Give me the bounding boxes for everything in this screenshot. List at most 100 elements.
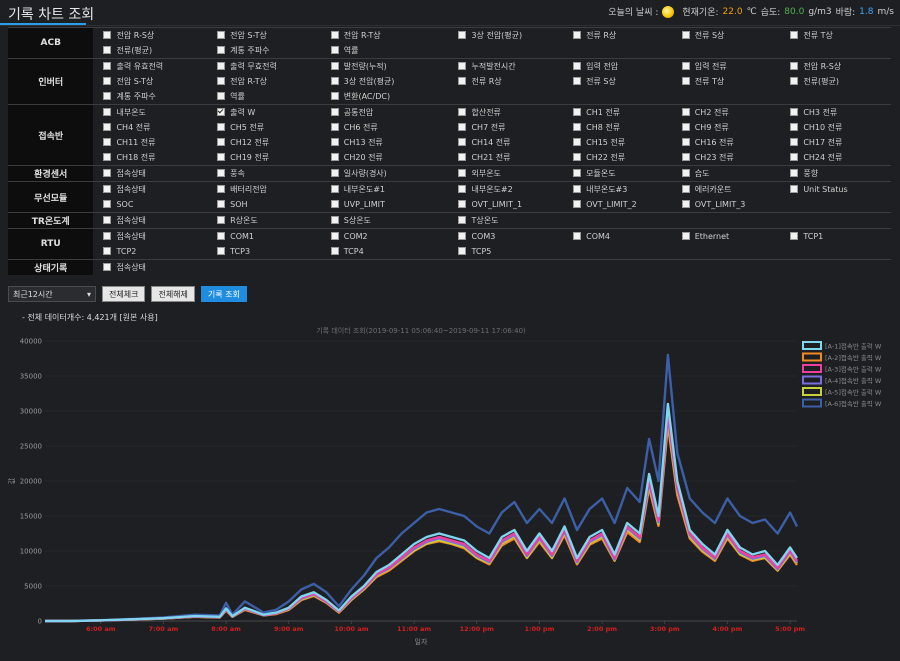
checkbox[interactable] bbox=[217, 231, 226, 240]
checkbox[interactable] bbox=[573, 76, 582, 85]
option-item[interactable]: 전압 R-S상 bbox=[93, 27, 208, 43]
option-item[interactable]: R상온도 bbox=[207, 212, 321, 229]
option-item[interactable]: 내부온도#1 bbox=[320, 181, 449, 197]
option-item[interactable]: 풍향 bbox=[780, 165, 891, 182]
option-item[interactable]: T상온도 bbox=[448, 212, 564, 229]
checkbox[interactable] bbox=[458, 61, 467, 70]
checkbox[interactable] bbox=[103, 199, 112, 208]
checkbox[interactable] bbox=[681, 231, 690, 240]
option-item[interactable]: 일사량(경사) bbox=[320, 165, 449, 182]
checkbox[interactable] bbox=[330, 137, 339, 146]
option-item[interactable]: CH20 전류 bbox=[321, 150, 449, 166]
option-item[interactable]: 3상 전압(평균) bbox=[321, 74, 449, 89]
option-item[interactable]: 합산전류 bbox=[448, 104, 564, 120]
option-item[interactable]: CH16 전류 bbox=[672, 135, 781, 150]
checkbox[interactable] bbox=[790, 231, 799, 240]
checkbox[interactable] bbox=[103, 91, 112, 100]
checkbox[interactable] bbox=[217, 122, 226, 131]
checkbox[interactable] bbox=[103, 184, 112, 193]
checkbox[interactable] bbox=[103, 168, 112, 177]
checkbox[interactable] bbox=[217, 246, 226, 255]
checkbox[interactable] bbox=[103, 61, 112, 70]
option-item[interactable]: 내부온도#2 bbox=[448, 181, 564, 197]
checkbox[interactable] bbox=[458, 122, 467, 131]
checkbox[interactable] bbox=[790, 61, 799, 70]
checkbox[interactable] bbox=[330, 45, 339, 54]
option-item[interactable]: TCP4 bbox=[321, 244, 449, 260]
checkbox[interactable] bbox=[103, 107, 112, 116]
checkbox[interactable] bbox=[103, 30, 112, 39]
option-item[interactable]: 풍속 bbox=[207, 165, 321, 182]
option-item[interactable]: 접속상태 bbox=[93, 228, 208, 244]
checkbox[interactable] bbox=[217, 199, 226, 208]
checkbox[interactable] bbox=[217, 152, 226, 161]
option-item[interactable]: 외부온도 bbox=[448, 165, 564, 182]
option-item[interactable]: 계통 주파수 bbox=[93, 89, 207, 105]
option-item[interactable]: SOC bbox=[93, 197, 207, 213]
option-item[interactable]: 전압 S-T상 bbox=[207, 27, 321, 43]
checkbox[interactable] bbox=[458, 137, 467, 146]
option-item[interactable]: 공통전압 bbox=[320, 104, 449, 120]
option-item[interactable]: 접속상태 bbox=[93, 165, 208, 182]
checkbox[interactable] bbox=[681, 199, 690, 208]
checkbox[interactable] bbox=[103, 246, 112, 255]
checkbox[interactable] bbox=[103, 122, 112, 131]
option-item[interactable]: CH6 전류 bbox=[321, 120, 449, 135]
option-item[interactable]: COM1 bbox=[207, 228, 321, 244]
checkbox[interactable] bbox=[217, 76, 226, 85]
option-item[interactable]: OVT_LIMIT_3 bbox=[672, 197, 781, 213]
option-item[interactable]: 전류(평균) bbox=[93, 43, 207, 59]
checkbox[interactable] bbox=[790, 168, 799, 177]
checkbox[interactable] bbox=[217, 184, 226, 193]
option-item[interactable]: SOH bbox=[207, 197, 321, 213]
checkbox[interactable] bbox=[458, 184, 467, 193]
option-item[interactable]: 전압 S-T상 bbox=[93, 74, 207, 89]
option-item[interactable]: COM3 bbox=[448, 228, 564, 244]
option-item[interactable]: 전류 R상 bbox=[448, 74, 563, 89]
option-item[interactable]: 전압 R-T상 bbox=[320, 27, 449, 43]
option-item[interactable]: CH15 전류 bbox=[563, 135, 672, 150]
checkbox[interactable] bbox=[330, 215, 339, 224]
option-item[interactable]: 접속상태 bbox=[93, 259, 208, 275]
checkbox[interactable] bbox=[330, 152, 339, 161]
option-item[interactable]: CH3 전류 bbox=[780, 104, 891, 120]
option-item[interactable]: CH4 전류 bbox=[93, 120, 207, 135]
checkbox[interactable] bbox=[458, 231, 467, 240]
option-item[interactable]: 3상 전압(평균) bbox=[448, 27, 564, 43]
option-item[interactable]: 출력 W bbox=[207, 104, 321, 120]
checkbox[interactable] bbox=[217, 45, 226, 54]
option-item[interactable]: CH17 전류 bbox=[780, 135, 891, 150]
checkbox[interactable] bbox=[217, 215, 226, 224]
option-item[interactable]: 계통 주파수 bbox=[207, 43, 321, 59]
option-item[interactable]: TCP3 bbox=[207, 244, 321, 260]
checkbox[interactable] bbox=[458, 246, 467, 255]
checkbox[interactable] bbox=[330, 91, 339, 100]
checkbox[interactable] bbox=[330, 122, 339, 131]
checkbox[interactable] bbox=[573, 137, 582, 146]
checkbox[interactable] bbox=[330, 61, 339, 70]
checkbox[interactable] bbox=[330, 199, 339, 208]
checkbox[interactable] bbox=[681, 168, 690, 177]
checkbox[interactable] bbox=[790, 122, 799, 131]
checkbox[interactable] bbox=[458, 30, 467, 39]
option-item[interactable]: 전류 S상 bbox=[563, 74, 672, 89]
checkbox[interactable] bbox=[790, 184, 799, 193]
option-item[interactable]: TCP2 bbox=[93, 244, 207, 260]
option-item[interactable]: CH14 전류 bbox=[448, 135, 563, 150]
checkbox[interactable] bbox=[458, 152, 467, 161]
option-item[interactable]: 전류 T상 bbox=[780, 27, 891, 43]
checkbox[interactable] bbox=[681, 30, 690, 39]
checkbox[interactable] bbox=[103, 45, 112, 54]
clear-all-button[interactable]: 전체해제 bbox=[151, 286, 195, 302]
option-item[interactable]: CH2 전류 bbox=[671, 104, 781, 120]
option-item[interactable]: 출력 무효전력 bbox=[207, 58, 321, 74]
checkbox[interactable] bbox=[573, 122, 582, 131]
range-select[interactable]: 최근12시간 ▾ bbox=[8, 286, 96, 302]
option-item[interactable]: 변환(AC/DC) bbox=[321, 89, 449, 105]
checkbox[interactable] bbox=[573, 168, 582, 177]
option-item[interactable]: CH24 전류 bbox=[780, 150, 891, 166]
option-item[interactable]: 습도 bbox=[671, 165, 781, 182]
option-item[interactable]: 출력 유효전력 bbox=[93, 58, 208, 74]
option-item[interactable]: 역률 bbox=[207, 89, 321, 105]
option-item[interactable]: CH11 전류 bbox=[93, 135, 207, 150]
